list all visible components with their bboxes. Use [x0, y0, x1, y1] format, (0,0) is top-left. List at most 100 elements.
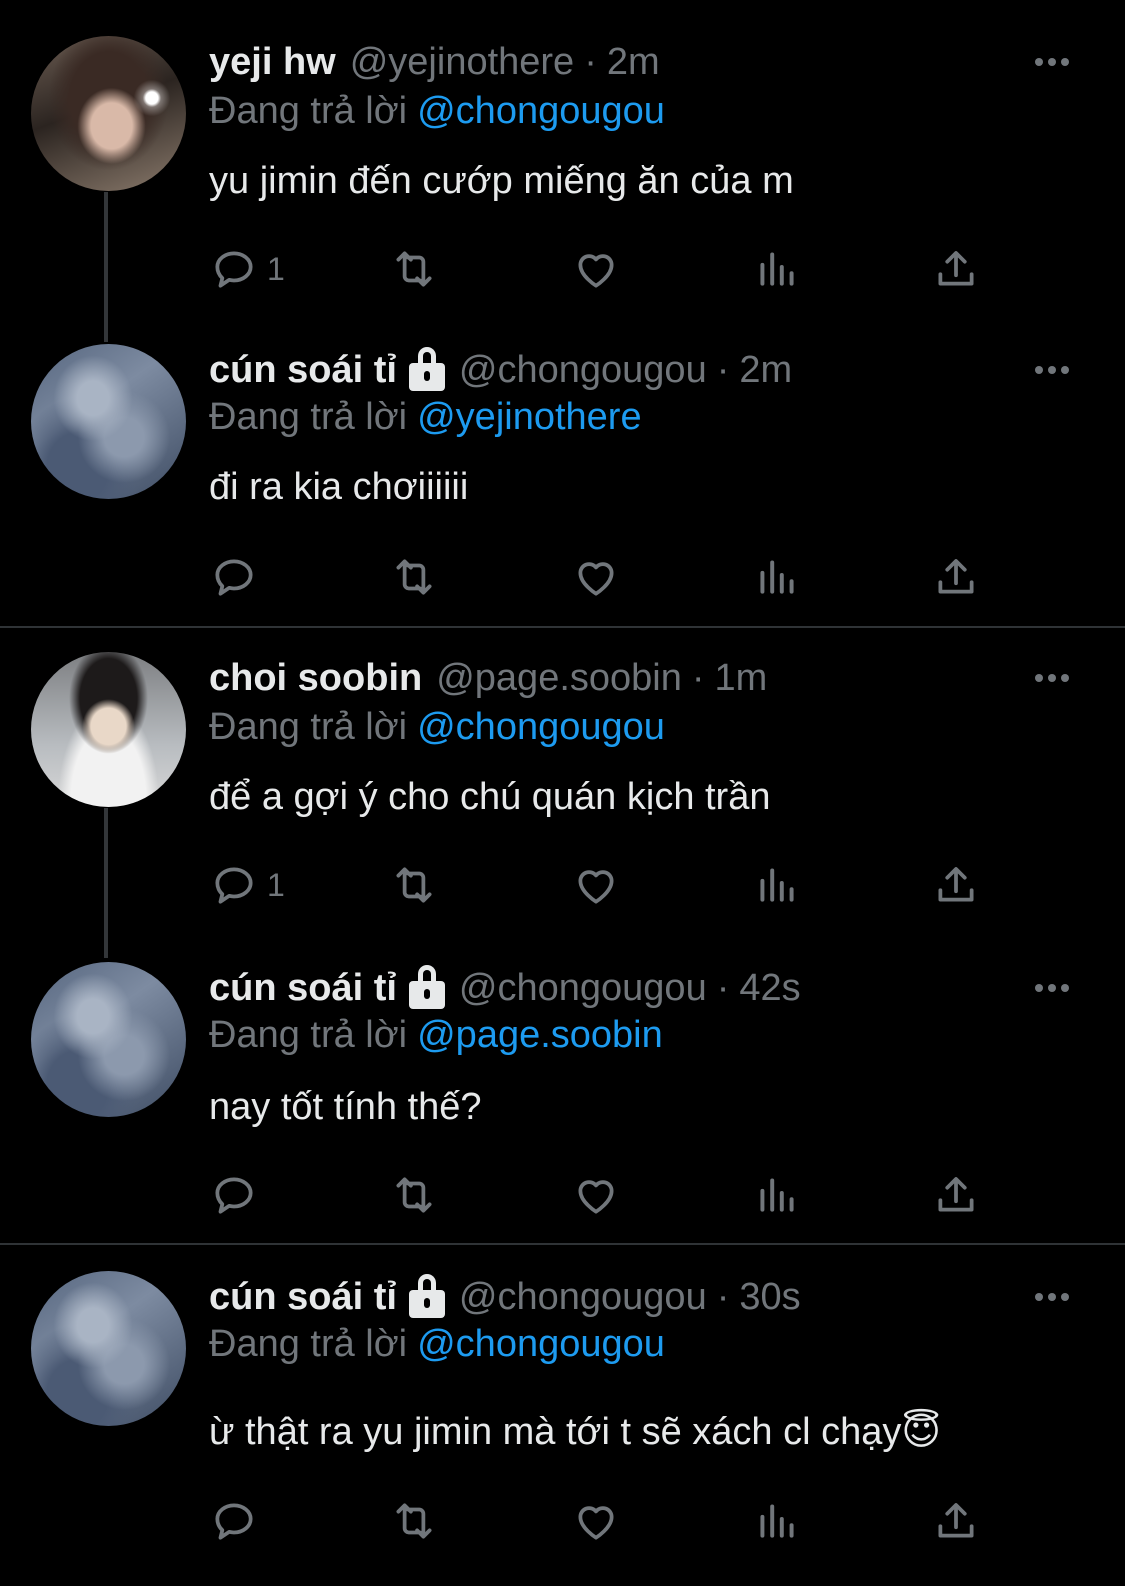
- replying-to: Đang trả lời @page.soobin: [209, 1014, 663, 1057]
- display-name[interactable]: choi soobin: [209, 657, 422, 700]
- share-icon: [931, 1170, 981, 1220]
- share-button[interactable]: [931, 860, 981, 910]
- display-name[interactable]: yeji hw: [209, 41, 336, 84]
- retweet-button[interactable]: [389, 1496, 439, 1546]
- tweet-header: cún soái tỉ @chongougou · 2m: [209, 344, 792, 396]
- share-button[interactable]: [931, 244, 981, 294]
- share-icon: [931, 1496, 981, 1546]
- mention-link[interactable]: @chongougou: [417, 706, 665, 748]
- more-icon[interactable]: [1035, 58, 1069, 66]
- display-name[interactable]: cún soái tỉ: [209, 1276, 397, 1319]
- username[interactable]: @yejinothere: [350, 41, 574, 84]
- username[interactable]: @page.soobin: [436, 657, 682, 700]
- more-icon[interactable]: [1035, 366, 1069, 374]
- replying-to: Đang trả lời @chongougou: [209, 1323, 665, 1366]
- like-button[interactable]: [571, 1496, 621, 1546]
- replying-to-label: Đang trả lời: [209, 90, 408, 132]
- mention-link[interactable]: @chongougou: [417, 90, 665, 132]
- conversation-divider: [0, 1243, 1125, 1245]
- retweet-button[interactable]: [389, 552, 439, 602]
- reply-button[interactable]: [209, 552, 267, 602]
- replying-to-label: Đang trả lời: [209, 396, 408, 438]
- timestamp[interactable]: 2m: [607, 41, 660, 84]
- tweet-header: choi soobin @page.soobin · 1m: [209, 652, 767, 704]
- views-icon: [752, 244, 802, 294]
- avatar[interactable]: [31, 36, 186, 191]
- reply-icon: [209, 552, 259, 602]
- timestamp[interactable]: 42s: [739, 967, 800, 1010]
- like-button[interactable]: [571, 860, 621, 910]
- reply-icon: [209, 244, 259, 294]
- tweet-text: ừ thật ra yu jimin mà tới t sẽ xách cl c…: [209, 1411, 941, 1453]
- retweet-icon: [389, 244, 439, 294]
- tweet-text: nay tốt tính thế?: [209, 1086, 482, 1128]
- share-icon: [931, 860, 981, 910]
- reply-button[interactable]: [209, 1496, 267, 1546]
- replying-to: Đang trả lời @chongougou: [209, 90, 665, 133]
- views-button[interactable]: [752, 1170, 802, 1220]
- views-icon: [752, 1170, 802, 1220]
- username[interactable]: @chongougou: [459, 1276, 707, 1319]
- tweet-header: yeji hw @yejinothere · 2m: [209, 36, 660, 88]
- lock-icon: [408, 347, 445, 391]
- retweet-button[interactable]: [389, 860, 439, 910]
- share-button[interactable]: [931, 1496, 981, 1546]
- views-button[interactable]: [752, 552, 802, 602]
- tweet-header: cún soái tỉ @chongougou · 30s: [209, 1271, 801, 1323]
- views-button[interactable]: [752, 860, 802, 910]
- timestamp[interactable]: 2m: [739, 349, 792, 392]
- more-icon[interactable]: [1035, 1293, 1069, 1301]
- username[interactable]: @chongougou: [459, 967, 707, 1010]
- tweet[interactable]: choi soobin @page.soobin · 1m Đang trả l…: [0, 652, 1125, 912]
- separator: ·: [716, 348, 730, 391]
- retweet-button[interactable]: [389, 1170, 439, 1220]
- reply-icon: [209, 1170, 259, 1220]
- mention-link[interactable]: @page.soobin: [417, 1014, 663, 1056]
- like-icon: [571, 552, 621, 602]
- like-icon: [571, 860, 621, 910]
- tweet[interactable]: cún soái tỉ @chongougou · 30s Đang trả l…: [0, 1271, 1125, 1571]
- retweet-icon: [389, 552, 439, 602]
- display-name[interactable]: cún soái tỉ: [209, 967, 397, 1010]
- reply-button[interactable]: 1: [209, 860, 285, 910]
- action-bar: 1: [209, 860, 1009, 910]
- like-button[interactable]: [571, 552, 621, 602]
- more-icon[interactable]: [1035, 674, 1069, 682]
- replying-to-label: Đang trả lời: [209, 1323, 408, 1365]
- replying-to-label: Đang trả lời: [209, 706, 408, 748]
- reply-count: 1: [267, 866, 285, 903]
- like-button[interactable]: [571, 244, 621, 294]
- like-icon: [571, 244, 621, 294]
- avatar[interactable]: [31, 1271, 186, 1426]
- avatar[interactable]: [31, 652, 186, 807]
- mention-link[interactable]: @yejinothere: [417, 396, 641, 438]
- separator: ·: [691, 656, 705, 699]
- retweet-button[interactable]: [389, 244, 439, 294]
- like-button[interactable]: [571, 1170, 621, 1220]
- views-button[interactable]: [752, 1496, 802, 1546]
- tweet-header: cún soái tỉ @chongougou · 42s: [209, 962, 801, 1014]
- username[interactable]: @chongougou: [459, 349, 707, 392]
- tweet[interactable]: cún soái tỉ @chongougou · 42s Đang trả l…: [0, 962, 1125, 1222]
- share-button[interactable]: [931, 1170, 981, 1220]
- tweet[interactable]: cún soái tỉ @chongougou · 2m Đang trả lờ…: [0, 344, 1125, 604]
- separator: ·: [716, 1275, 730, 1318]
- timestamp[interactable]: 30s: [739, 1276, 800, 1319]
- replying-to: Đang trả lời @chongougou: [209, 706, 665, 749]
- timestamp[interactable]: 1m: [715, 657, 768, 700]
- separator: ·: [584, 40, 597, 83]
- mention-link[interactable]: @chongougou: [417, 1323, 665, 1365]
- views-button[interactable]: [752, 244, 802, 294]
- reply-button[interactable]: [209, 1170, 267, 1220]
- tweet[interactable]: yeji hw @yejinothere · 2m Đang trả lời @c…: [0, 36, 1125, 296]
- avatar[interactable]: [31, 962, 186, 1117]
- more-icon[interactable]: [1035, 984, 1069, 992]
- retweet-icon: [389, 1496, 439, 1546]
- share-button[interactable]: [931, 552, 981, 602]
- replying-to-label: Đang trả lời: [209, 1014, 408, 1056]
- display-name[interactable]: cún soái tỉ: [209, 349, 397, 392]
- avatar[interactable]: [31, 344, 186, 499]
- lock-icon: [408, 965, 445, 1009]
- reply-button[interactable]: 1: [209, 244, 285, 294]
- like-icon: [571, 1496, 621, 1546]
